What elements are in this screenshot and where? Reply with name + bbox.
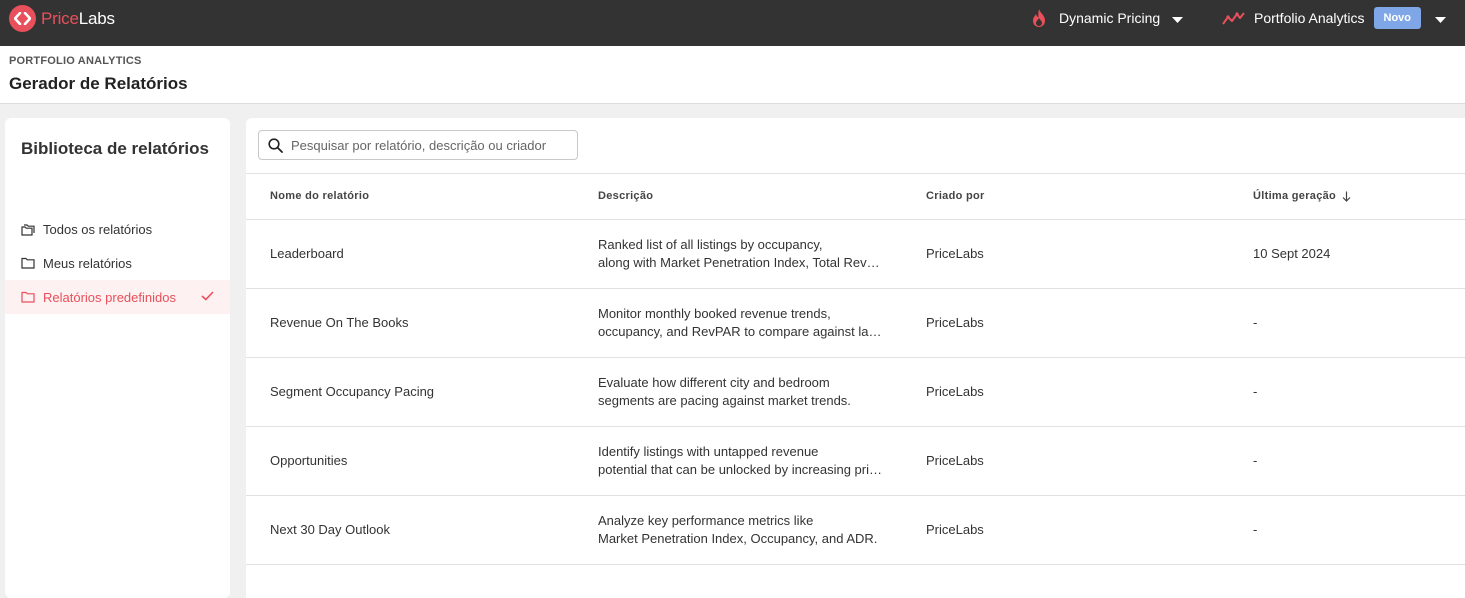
- search-box[interactable]: [258, 130, 578, 160]
- sidebar-title: Biblioteca de relatórios: [21, 139, 209, 158]
- sidebar-item-label: Meus relatórios: [43, 255, 132, 271]
- report-creator: PriceLabs: [926, 522, 984, 537]
- portfolio-analytics-menu[interactable]: Portfolio Analytics Novo: [1222, 0, 1446, 36]
- table-row[interactable]: Leaderboard Ranked list of all listings …: [246, 220, 1465, 289]
- code-brackets-icon: [9, 5, 36, 32]
- report-creator: PriceLabs: [926, 453, 984, 468]
- table-header: Nome do relatório Descrição Criado por Ú…: [246, 173, 1465, 220]
- report-creator: PriceLabs: [926, 246, 984, 261]
- search-icon: [268, 137, 283, 153]
- report-last-generated: -: [1253, 384, 1258, 399]
- sidebar-item-label: Todos os relatórios: [43, 221, 153, 237]
- column-header-created-by[interactable]: Criado por: [926, 190, 985, 202]
- arrow-down-icon: [1342, 191, 1351, 202]
- report-name[interactable]: Opportunities: [270, 453, 347, 468]
- pricelabs-logo[interactable]: PriceLabs: [9, 5, 115, 32]
- table-row[interactable]: Opportunities Identify listings with unt…: [246, 427, 1465, 496]
- report-last-generated: -: [1253, 522, 1258, 537]
- report-description: Ranked list of all listings by occupancy…: [598, 237, 883, 270]
- sidebar-item-my-reports[interactable]: Meus relatórios: [5, 246, 230, 280]
- report-name[interactable]: Segment Occupancy Pacing: [270, 384, 434, 399]
- column-header-description[interactable]: Descrição: [598, 190, 883, 202]
- table-row[interactable]: Next 30 Day Outlook Analyze key performa…: [246, 496, 1465, 565]
- reports-table: Nome do relatório Descrição Criado por Ú…: [246, 173, 1465, 565]
- caret-down-icon: [1435, 10, 1446, 26]
- page-header: PORTFOLIO ANALYTICS Gerador de Relatório…: [0, 46, 1465, 104]
- report-description: Identify listings with untapped revenue p…: [598, 444, 883, 477]
- dynamic-pricing-label: Dynamic Pricing: [1059, 10, 1161, 26]
- report-name[interactable]: Leaderboard: [270, 246, 344, 261]
- folder-icon: [21, 290, 37, 304]
- report-last-generated: -: [1253, 453, 1258, 468]
- flame-icon: [1031, 8, 1047, 28]
- report-creator: PriceLabs: [926, 315, 984, 330]
- portfolio-analytics-label: Portfolio Analytics: [1254, 10, 1365, 26]
- folders-icon: [21, 222, 37, 236]
- report-creator: PriceLabs: [926, 384, 984, 399]
- checkmark-icon: [201, 289, 214, 304]
- report-library-sidebar: Biblioteca de relatórios Todos os relató…: [5, 118, 230, 598]
- sidebar-item-all-reports[interactable]: Todos os relatórios: [5, 212, 230, 246]
- dynamic-pricing-menu[interactable]: Dynamic Pricing: [1031, 0, 1184, 36]
- caret-down-icon: [1172, 10, 1184, 26]
- report-last-generated: -: [1253, 315, 1258, 330]
- report-name[interactable]: Revenue On The Books: [270, 315, 409, 330]
- column-header-last-generated[interactable]: Última geração: [1253, 190, 1351, 202]
- report-name[interactable]: Next 30 Day Outlook: [270, 522, 390, 537]
- report-last-generated: 10 Sept 2024: [1253, 246, 1331, 261]
- report-description: Evaluate how different city and bedroom s…: [598, 375, 851, 408]
- trend-chart-icon: [1222, 11, 1245, 26]
- sidebar-item-label: Relatórios predefinidos: [43, 289, 176, 305]
- page-eyebrow: PORTFOLIO ANALYTICS: [9, 55, 142, 67]
- table-row[interactable]: Revenue On The Books Monitor monthly boo…: [246, 289, 1465, 358]
- reports-panel: Nome do relatório Descrição Criado por Ú…: [246, 118, 1465, 598]
- sidebar-item-predefined-reports[interactable]: Relatórios predefinidos: [5, 280, 230, 314]
- table-row[interactable]: Segment Occupancy Pacing Evaluate how di…: [246, 358, 1465, 427]
- folder-icon: [21, 256, 37, 270]
- new-badge: Novo: [1373, 7, 1421, 29]
- logo-wordmark: PriceLabs: [41, 8, 115, 28]
- page-title: Gerador de Relatórios: [9, 74, 188, 93]
- report-description: Analyze key performance metrics like Mark…: [598, 513, 878, 546]
- column-header-name[interactable]: Nome do relatório: [270, 190, 369, 202]
- search-input[interactable]: [291, 137, 571, 153]
- top-navigation-bar: PriceLabs Dynamic Pricing Portfolio Anal…: [0, 0, 1465, 46]
- column-header-label: Última geração: [1253, 190, 1337, 202]
- report-description: Monitor monthly booked revenue trends, oc…: [598, 306, 883, 339]
